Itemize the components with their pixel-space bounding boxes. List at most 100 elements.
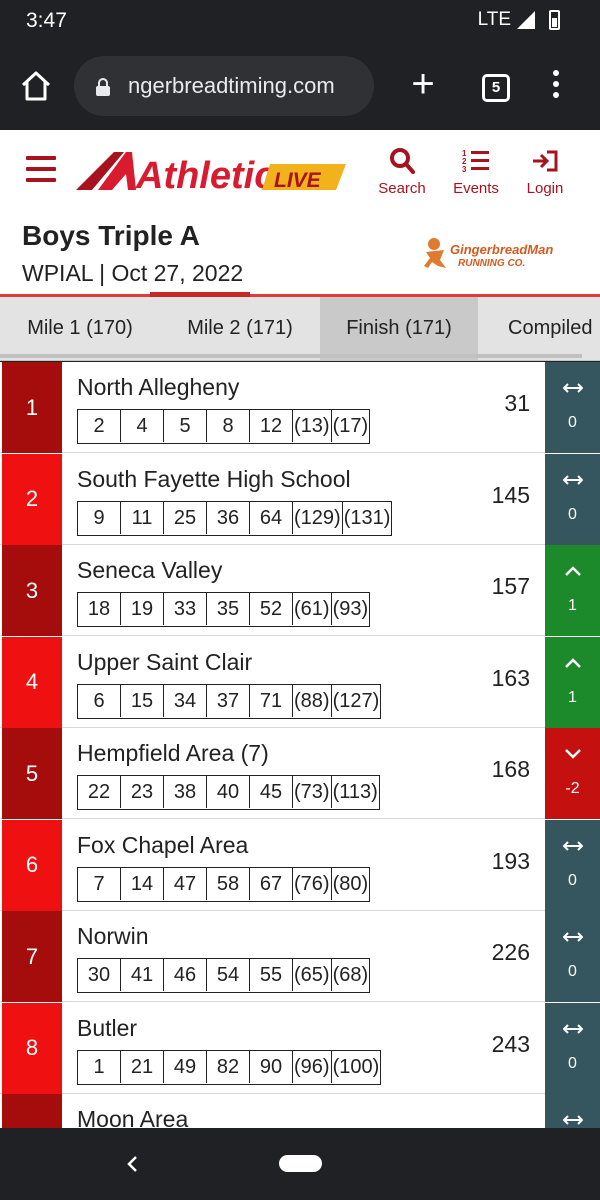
left-right-arrow-icon xyxy=(545,376,600,400)
position-change: 0 xyxy=(545,911,600,1002)
hamburger-menu-icon[interactable] xyxy=(26,156,56,182)
scorer-place: 7 xyxy=(78,867,121,900)
athletic-live-logo[interactable]: Athletic LIVE xyxy=(74,146,350,200)
displacer-place: (61) xyxy=(293,593,332,625)
team-row[interactable]: Moon Area xyxy=(0,1094,600,1128)
team-row[interactable]: 4 Upper Saint Clair 6 15 34 37 71 (88) (127) 163 1 xyxy=(0,636,600,728)
team-place: 7 xyxy=(2,911,62,1002)
team-row[interactable]: 6 Fox Chapel Area 7 14 47 58 67 (76) (80) 193 0 xyxy=(0,819,600,911)
displacer-place: (129) xyxy=(293,501,343,534)
team-points: 157 xyxy=(491,573,530,599)
scorer-place: 15 xyxy=(121,684,164,717)
team-name: North Allegheny xyxy=(77,374,240,400)
scorer-places: 1 21 49 82 90 (96) (100) xyxy=(77,1049,382,1085)
login-button[interactable]: Login xyxy=(510,146,580,197)
position-change xyxy=(545,1094,600,1128)
scorer-place: 36 xyxy=(207,501,250,534)
scorer-place: 37 xyxy=(207,684,250,717)
scorer-places: 30 41 46 54 55 (65) (68) xyxy=(77,958,371,993)
position-change: 0 xyxy=(545,453,600,545)
gingerbread-man-logo[interactable]: GingerbreadMan RUNNING CO. xyxy=(422,236,582,270)
team-points: 226 xyxy=(491,939,530,965)
scorer-place: 1 xyxy=(78,1050,121,1083)
status-bar: 3:47 LTE xyxy=(0,0,600,44)
browser-toolbar: ngerbreadtiming.com + 5 xyxy=(0,44,600,130)
battery-icon xyxy=(549,10,560,30)
scorer-place: 18 xyxy=(78,593,121,625)
team-name: Hempfield Area (7) xyxy=(77,740,269,766)
scorer-place: 71 xyxy=(250,684,293,717)
sponsor-name: GingerbreadMan xyxy=(450,242,553,257)
address-bar[interactable]: ngerbreadtiming.com xyxy=(74,56,374,116)
signal-icon xyxy=(517,11,535,29)
team-points: 168 xyxy=(491,756,530,782)
team-name: Butler xyxy=(77,1014,138,1041)
scorer-place: 23 xyxy=(121,776,164,808)
team-place xyxy=(2,1094,62,1128)
tab-compiled[interactable]: Compiled xyxy=(492,297,600,360)
new-tab-icon[interactable]: + xyxy=(405,64,441,104)
home-gesture-pill[interactable] xyxy=(279,1155,322,1172)
scorer-place: 54 xyxy=(207,959,250,991)
meet-subtitle: WPIAL | Oct 27, 2022 xyxy=(22,260,244,286)
scorer-place: 40 xyxy=(207,776,250,808)
scorer-place: 35 xyxy=(207,593,250,625)
team-place: 6 xyxy=(2,819,62,911)
system-nav-bar xyxy=(0,1128,600,1200)
events-button[interactable]: 123 Events xyxy=(441,146,511,197)
team-place: 8 xyxy=(2,1002,62,1094)
team-row[interactable]: 2 South Fayette High School 9 11 25 36 64 (129)… xyxy=(0,453,600,545)
chevron-down-icon xyxy=(545,742,600,766)
team-row[interactable]: 8 Butler 1 21 49 82 90 (96) (100) 243 0 xyxy=(0,1002,600,1094)
home-icon[interactable] xyxy=(18,68,54,104)
search-button[interactable]: Search xyxy=(367,146,437,197)
displacer-place: (13) xyxy=(293,410,332,442)
tab-switcher-button[interactable]: 5 xyxy=(482,74,510,102)
back-icon[interactable] xyxy=(124,1152,142,1176)
displacer-place: (93) xyxy=(332,598,369,620)
scorer-place: 47 xyxy=(164,867,207,900)
scorer-place: 21 xyxy=(121,1050,164,1083)
displacer-place: (80) xyxy=(332,872,369,895)
scorer-place: 12 xyxy=(250,410,293,442)
scorer-place: 2 xyxy=(78,410,121,442)
tab-mile-2[interactable]: Mile 2 (171) xyxy=(160,297,320,360)
displacer-place: (65) xyxy=(293,959,332,991)
scorer-place: 5 xyxy=(164,410,207,442)
team-place: 4 xyxy=(2,636,62,728)
tab-finish[interactable]: Finish (171) xyxy=(320,297,478,360)
chevron-up-icon xyxy=(545,651,600,675)
scorer-place: 9 xyxy=(78,501,121,534)
team-row[interactable]: 3 Seneca Valley 18 19 33 35 52 (61) (93) 157 1 xyxy=(0,545,600,636)
lock-icon xyxy=(96,78,110,96)
scorer-place: 82 xyxy=(207,1050,250,1083)
displacer-place: (96) xyxy=(293,1050,332,1083)
events-label: Events xyxy=(453,180,499,197)
meet-info: Boys Triple A WPIAL | Oct 27, 2022 Ginge… xyxy=(0,216,600,296)
scorer-places: 9 11 25 36 64 (129) (131) xyxy=(77,500,393,536)
team-row[interactable]: 7 Norwin 30 41 46 54 55 (65) (68) 226 0 xyxy=(0,911,600,1002)
position-change: 1 xyxy=(545,636,600,728)
left-right-arrow-icon xyxy=(545,834,600,858)
team-name: Fox Chapel Area xyxy=(77,831,249,858)
team-place: 5 xyxy=(2,728,62,819)
scorer-places: 2 4 5 8 12 (13) (17) xyxy=(77,409,371,444)
scorer-place: 14 xyxy=(121,867,164,900)
scorer-place: 4 xyxy=(121,410,164,442)
displacer-place: (88) xyxy=(293,684,332,717)
team-points: 163 xyxy=(491,664,530,691)
scorer-place: 46 xyxy=(164,959,207,991)
overflow-menu-icon[interactable] xyxy=(548,70,564,104)
position-change-value: 0 xyxy=(568,1054,577,1072)
displacer-place: (68) xyxy=(332,964,369,986)
tab-mile-1[interactable]: Mile 1 (170) xyxy=(0,297,160,360)
team-row[interactable]: 5 Hempfield Area (7) 22 23 38 40 45 (73) (113) 16… xyxy=(0,728,600,819)
scorer-place: 6 xyxy=(78,684,121,717)
team-row[interactable]: 1 North Allegheny 2 4 5 8 12 (13) (17) 31 0 xyxy=(0,362,600,453)
left-right-arrow-icon xyxy=(545,1108,600,1128)
logo-wordmark: Athletic xyxy=(135,155,275,197)
position-change-value: 1 xyxy=(568,597,577,614)
status-time: 3:47 xyxy=(26,9,67,32)
scorer-place: 58 xyxy=(207,867,250,900)
scorer-places: 18 19 33 35 52 (61) (93) xyxy=(77,592,371,627)
